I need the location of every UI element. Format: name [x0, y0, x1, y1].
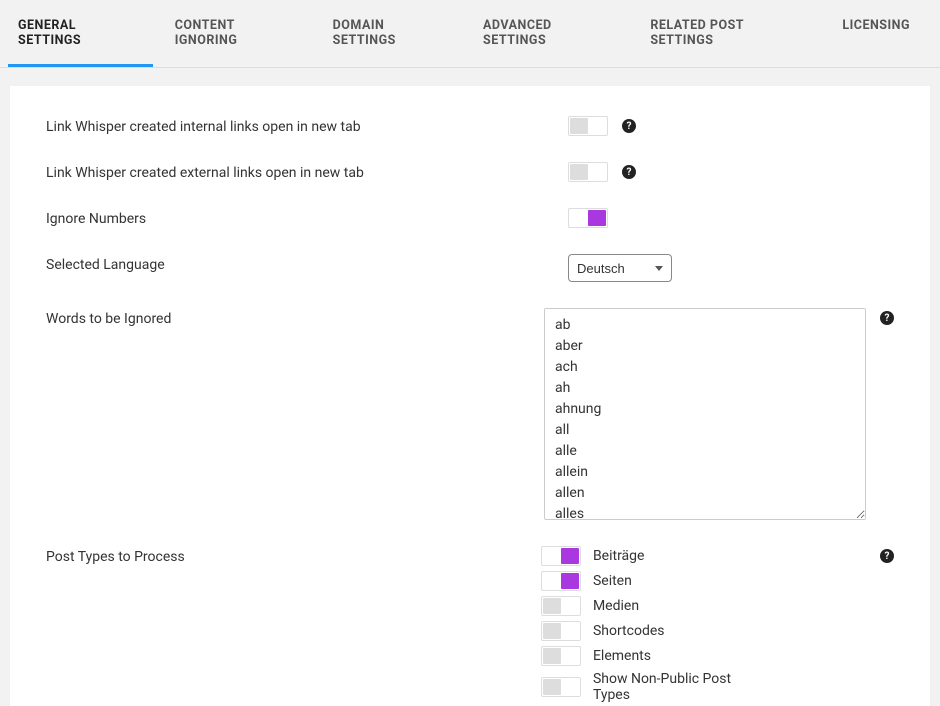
help-icon[interactable]: ? — [622, 119, 636, 133]
post-type-item: Shortcodes — [541, 621, 752, 641]
post-type-seiten-toggle[interactable] — [541, 571, 581, 591]
selected-language-label: Selected Language — [46, 254, 568, 273]
tab-licensing[interactable]: LICENSING — [832, 0, 920, 67]
post-type-label: Seiten — [593, 573, 632, 589]
settings-tabs: GENERAL SETTINGS CONTENT IGNORING DOMAIN… — [0, 0, 940, 68]
internal-links-new-tab-label: Link Whisper created internal links open… — [46, 116, 568, 135]
tab-general-settings[interactable]: GENERAL SETTINGS — [8, 0, 153, 67]
post-type-label: Medien — [593, 598, 639, 614]
tab-content-ignoring[interactable]: CONTENT IGNORING — [165, 0, 311, 67]
post-type-beitraege-toggle[interactable] — [541, 546, 581, 566]
ignore-numbers-label: Ignore Numbers — [46, 208, 568, 227]
post-types-to-process-label: Post Types to Process — [46, 546, 541, 565]
post-type-shortcodes-toggle[interactable] — [541, 621, 581, 641]
post-type-elements-toggle[interactable] — [541, 646, 581, 666]
post-type-item: Beiträge — [541, 546, 752, 566]
post-type-label: Show Non-Public Post Types — [593, 671, 752, 703]
settings-panel: Link Whisper created internal links open… — [10, 86, 930, 706]
post-type-label: Shortcodes — [593, 623, 665, 639]
language-select[interactable]: Deutsch — [568, 254, 672, 282]
tab-related-post-settings[interactable]: RELATED POST SETTINGS — [640, 0, 820, 67]
help-icon[interactable]: ? — [880, 549, 894, 563]
post-types-list: Beiträge Seiten Medien Shortcodes Elemen… — [541, 546, 752, 703]
post-type-item: Seiten — [541, 571, 752, 591]
words-to-be-ignored-label: Words to be Ignored — [46, 308, 544, 327]
post-type-item: Show Non-Public Post Types — [541, 671, 752, 703]
tab-advanced-settings[interactable]: ADVANCED SETTINGS — [473, 0, 628, 67]
external-links-new-tab-toggle[interactable] — [568, 162, 608, 182]
internal-links-new-tab-toggle[interactable] — [568, 116, 608, 136]
help-icon[interactable]: ? — [880, 311, 894, 325]
tab-domain-settings[interactable]: DOMAIN SETTINGS — [323, 0, 461, 67]
post-type-item: Elements — [541, 646, 752, 666]
help-icon[interactable]: ? — [622, 165, 636, 179]
ignored-words-textarea[interactable] — [544, 308, 866, 520]
post-type-nonpublic-toggle[interactable] — [541, 677, 581, 697]
post-type-item: Medien — [541, 596, 752, 616]
external-links-new-tab-label: Link Whisper created external links open… — [46, 162, 568, 181]
ignore-numbers-toggle[interactable] — [568, 208, 608, 228]
post-type-medien-toggle[interactable] — [541, 596, 581, 616]
post-type-label: Elements — [593, 648, 651, 664]
post-type-label: Beiträge — [593, 548, 645, 564]
